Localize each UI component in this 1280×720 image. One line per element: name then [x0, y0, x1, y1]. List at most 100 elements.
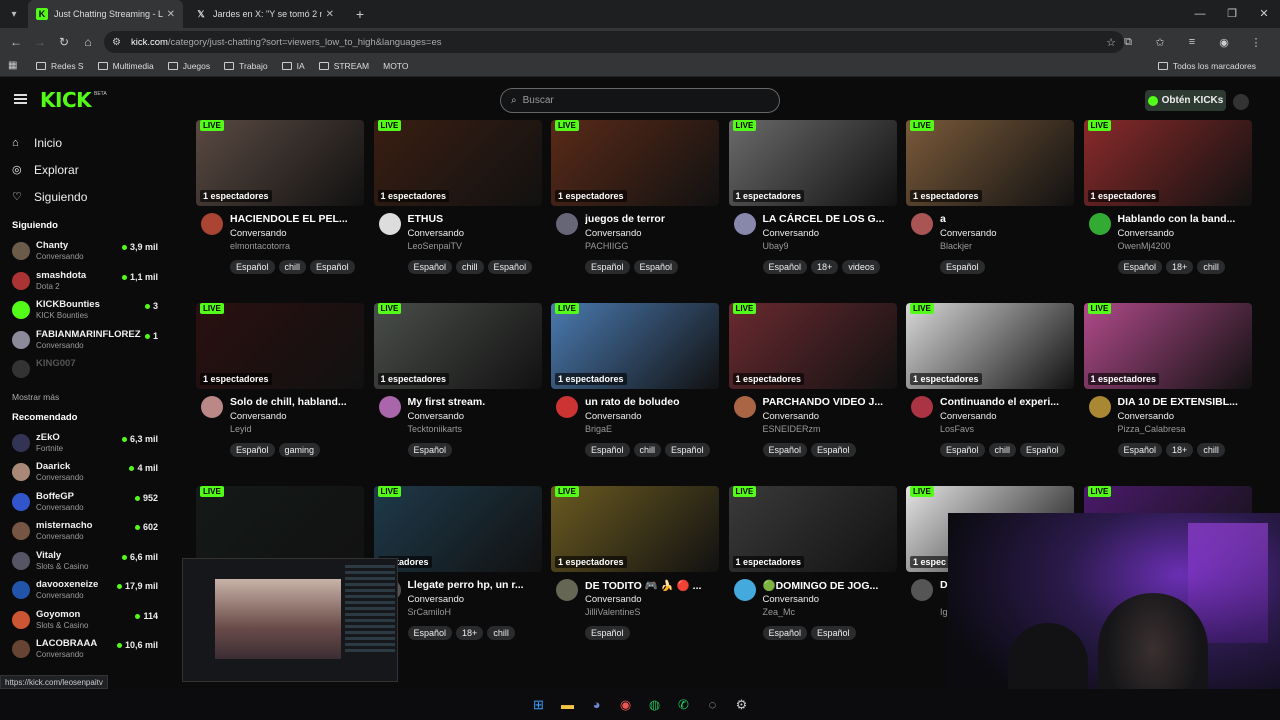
tag-chip[interactable]: Español — [762, 260, 808, 274]
tab-x[interactable]: 𝕏 Jardes en X: "Y se tomó 2 minut ✕ — [187, 0, 342, 28]
stream-title[interactable]: DIA 10 DE EXTENSIBL... — [1118, 396, 1252, 408]
bookmarks-icon[interactable]: ✩ — [1144, 36, 1176, 49]
sidebar-channel[interactable]: LACOBRAAA Conversando 10,6 mil — [0, 636, 170, 666]
tag-chip[interactable]: Español — [585, 626, 630, 640]
all-bookmarks[interactable]: Todos los marcadores — [1157, 61, 1256, 71]
stream-thumbnail[interactable]: LIVE 1 espectadores — [728, 120, 897, 206]
tag-chip[interactable]: 18+ — [1166, 260, 1194, 274]
stream-category[interactable]: Conversando — [1118, 228, 1175, 239]
tag-chip[interactable]: Español — [940, 260, 985, 274]
stream-thumbnail[interactable]: LIVE 1 espectadores — [1083, 120, 1252, 206]
stream-card[interactable]: LIVE 1 espectadores 🟢DOMINGO DE JOG... Conv… — [728, 486, 897, 640]
stream-thumbnail[interactable]: LIVE 1 espectadores — [551, 303, 719, 389]
get-kicks-button[interactable]: Obtén KICKs — [1145, 90, 1226, 111]
tag-chip[interactable]: 18+ — [456, 626, 484, 640]
tag-chip[interactable]: Español — [230, 260, 275, 274]
stream-thumbnail[interactable]: LIVE pectadores — [373, 486, 542, 572]
nav-explorar[interactable]: ◎ Explorar — [0, 156, 170, 183]
tag-chip[interactable]: Español — [1117, 260, 1163, 274]
tag-chip[interactable]: Español — [407, 443, 453, 457]
bookmark-folder[interactable]: STREAM — [318, 61, 369, 71]
tag-chip[interactable]: Español — [407, 626, 453, 640]
tag-chip[interactable]: Español — [762, 443, 808, 457]
tag-chip[interactable]: Español — [940, 443, 985, 457]
stream-title[interactable]: Continuando el experi... — [940, 396, 1074, 408]
bookmark-folder[interactable]: IA — [281, 61, 305, 71]
stream-username[interactable]: Pizza_Calabresa — [1118, 424, 1186, 434]
tag-chip[interactable]: chill — [633, 443, 662, 457]
stream-card[interactable]: LIVE 1 espectadores ETHUS Conversando LeoSen… — [373, 120, 542, 274]
tag-chip[interactable]: Español — [811, 626, 856, 640]
tag-chip[interactable]: Español — [811, 443, 856, 457]
extensions-icon[interactable]: ⧉ — [1112, 36, 1144, 49]
channel-avatar[interactable] — [911, 213, 933, 235]
stream-card[interactable]: LIVE 1 espectadores DE TODITO 🎮 🍌 🔴 ... Con… — [551, 486, 719, 640]
search-input[interactable]: ⌕ Buscar — [500, 88, 780, 113]
channel-avatar[interactable] — [378, 396, 401, 418]
close-window-button[interactable]: ✕ — [1248, 0, 1280, 28]
stream-card[interactable]: LIVE 1 espectadores My first stream. Conver… — [373, 303, 542, 457]
channel-avatar[interactable] — [556, 396, 578, 418]
stream-username[interactable]: Leyid — [230, 424, 252, 434]
stream-card[interactable]: LIVE 1 espectadores LA CÁRCEL DE LOS G... C… — [728, 120, 897, 274]
channel-avatar[interactable] — [733, 396, 756, 418]
tag-chip[interactable]: chill — [1197, 443, 1225, 457]
sidebar-channel[interactable]: zEkO Fortnite 6,3 mil — [0, 430, 170, 460]
channel-avatar[interactable] — [1088, 396, 1111, 418]
stream-username[interactable]: Zea_Mc — [763, 607, 796, 617]
stream-category[interactable]: Conversando — [230, 411, 287, 422]
stream-category[interactable]: Conversando — [408, 228, 465, 239]
channel-avatar[interactable] — [911, 579, 933, 601]
stream-thumbnail[interactable]: LIVE 1 espectadores — [373, 303, 542, 389]
stream-category[interactable]: Conversando — [585, 411, 642, 422]
stream-thumbnail[interactable]: LIVE 1 espectadores — [728, 303, 897, 389]
bookmark-link[interactable]: MOTO — [383, 61, 408, 71]
stream-username[interactable]: elmontacotorra — [230, 241, 290, 251]
stream-card[interactable]: LIVE pectadores Llegate perro hp, un r... C… — [373, 486, 542, 640]
tag-chip[interactable]: chill — [487, 626, 515, 640]
stream-card[interactable]: LIVE 1 espectadores DIA 10 DE EXTENSIBL...… — [1083, 303, 1252, 457]
stream-username[interactable]: JilliValentineS — [585, 607, 640, 617]
nav-inicio[interactable]: ⌂ Inicio — [0, 129, 170, 156]
stream-thumbnail[interactable]: LIVE 1 espectadores — [1083, 303, 1252, 389]
tab-search-button[interactable]: ▾ — [4, 4, 24, 24]
site-info-icon[interactable]: ⚙ — [112, 37, 121, 48]
stream-username[interactable]: LeoSenpaiTV — [408, 241, 463, 251]
stream-title[interactable]: ETHUS — [408, 213, 542, 225]
stream-thumbnail[interactable]: LIVE 1 espectadores — [196, 303, 364, 389]
stream-category[interactable]: Conversando — [230, 228, 287, 239]
tag-chip[interactable]: chill — [278, 260, 307, 274]
stream-card[interactable]: LIVE 1 espectadores un rato de boludeo Conv… — [551, 303, 719, 457]
stream-card[interactable]: LIVE 1 espectadores juegos de terror Conver… — [551, 120, 719, 274]
channel-avatar[interactable] — [201, 213, 223, 235]
tab-kick[interactable]: K Just Chatting Streaming - Live S ✕ — [28, 0, 183, 28]
menu-icon[interactable]: ⋮ — [1240, 36, 1272, 49]
reading-list-icon[interactable]: ≡ — [1176, 36, 1208, 48]
tag-chip[interactable]: chill — [988, 443, 1017, 457]
stream-title[interactable]: a — [940, 213, 1074, 225]
channel-avatar[interactable] — [556, 579, 578, 601]
tag-chip[interactable]: Español — [762, 626, 808, 640]
tag-chip[interactable]: chill — [1197, 260, 1225, 274]
stream-category[interactable]: Conversando — [940, 411, 997, 422]
apps-icon[interactable]: ▦ — [8, 60, 20, 72]
nav-siguiendo[interactable]: ♡ Siguiendo — [0, 183, 170, 210]
channel-avatar[interactable] — [911, 396, 933, 418]
tag-chip[interactable]: Español — [230, 443, 275, 457]
stream-username[interactable]: SrCamiloH — [408, 607, 452, 617]
bookmark-folder[interactable]: Juegos — [167, 61, 210, 71]
stream-category[interactable]: Conversando — [940, 228, 997, 239]
new-tab-button[interactable]: + — [350, 6, 370, 22]
whatsapp-icon[interactable]: ✆ — [673, 694, 695, 716]
stream-thumbnail[interactable]: LIVE 1 espectadores — [728, 486, 897, 572]
user-avatar[interactable] — [1233, 94, 1249, 110]
close-tab-icon[interactable]: ✕ — [167, 9, 175, 20]
stream-username[interactable]: OwenMj4200 — [1118, 241, 1171, 251]
back-button[interactable]: ← — [4, 35, 28, 49]
stream-title[interactable]: My first stream. — [408, 396, 542, 408]
channel-avatar[interactable] — [733, 579, 756, 601]
stream-category[interactable]: Conversando — [408, 411, 465, 422]
reload-button[interactable]: ↻ — [52, 35, 76, 49]
close-tab-icon[interactable]: ✕ — [326, 9, 334, 20]
channel-avatar[interactable] — [733, 213, 756, 235]
